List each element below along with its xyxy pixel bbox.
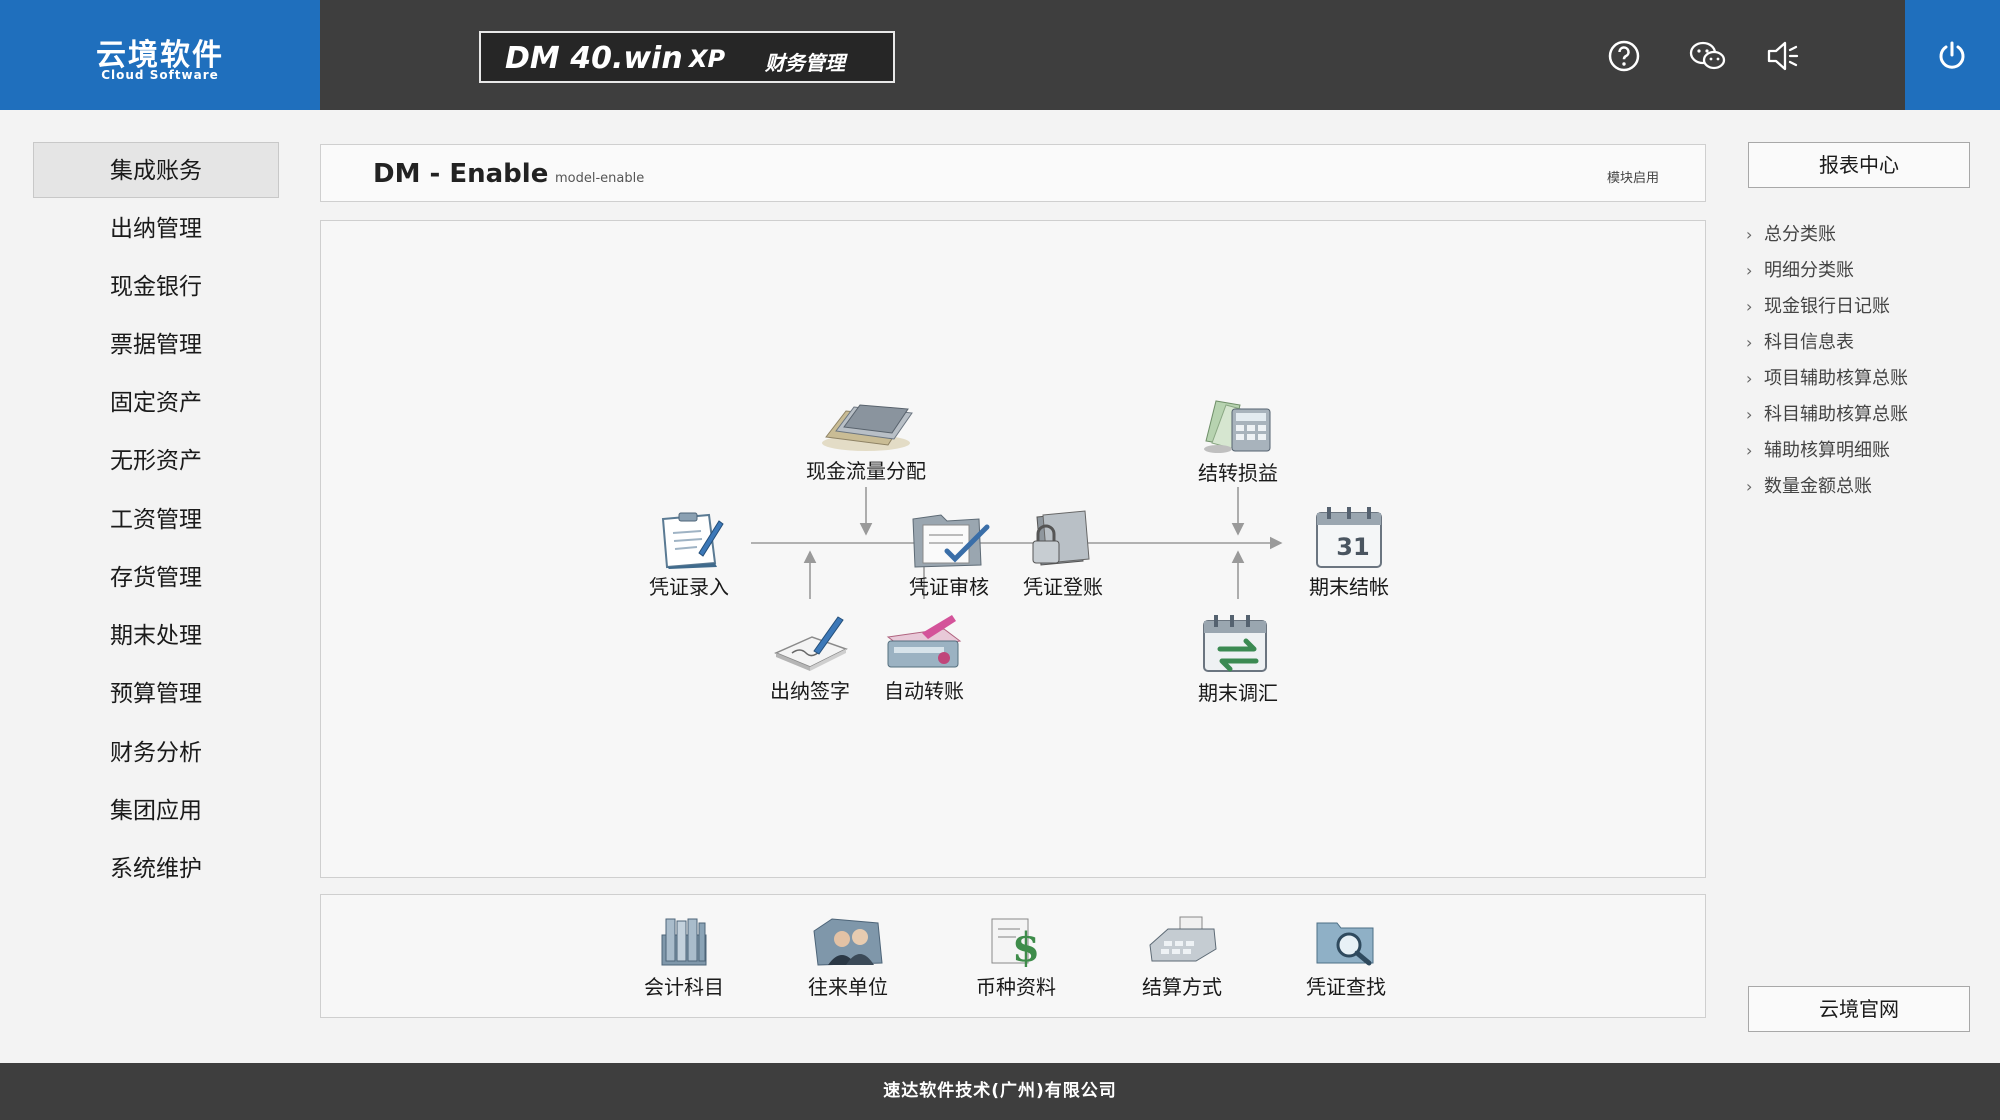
cash-register-icon [1149, 916, 1217, 962]
report-link-general-ledger[interactable]: › 总分类账 [1746, 220, 1836, 246]
check-printer-icon [886, 615, 962, 668]
volume-icon[interactable] [1765, 38, 1801, 74]
report-link-detail-ledger[interactable]: › 明细分类账 [1746, 256, 1854, 282]
wechat-icon[interactable] [1688, 38, 1728, 74]
sidebar-item-cashier[interactable]: 出纳管理 [33, 201, 279, 257]
node-period-adjust[interactable]: 期末调汇 [1168, 611, 1308, 706]
chevron-right-icon: › [1746, 297, 1753, 316]
node-label: 凭证登账 [1023, 575, 1103, 599]
sidebar-item-intangible-assets[interactable]: 无形资产 [33, 433, 279, 489]
help-icon[interactable] [1606, 38, 1642, 74]
report-link-label: 辅助核算明细账 [1764, 440, 1890, 461]
chevron-right-icon: › [1746, 225, 1753, 244]
wallet-cash-icon [822, 404, 913, 451]
report-link-cash-bank-journal[interactable]: › 现金银行日记账 [1746, 292, 1890, 318]
product-name: DM 40.win [505, 41, 683, 76]
top-bar: 云境软件 Cloud Software DM 40.win XP 财务管理 [0, 0, 2000, 110]
locked-ledger-icon [1032, 510, 1090, 566]
bottom-item-label: 会计科目 [644, 975, 724, 999]
currency-info-button[interactable]: $ 币种资料 [951, 915, 1081, 1000]
sidebar-item-budget[interactable]: 预算管理 [33, 666, 279, 722]
power-icon [1939, 41, 1965, 69]
sidebar-item-period-end[interactable]: 期末处理 [33, 608, 279, 664]
module-title-bar: DM - Enable model-enable 模块启用 [320, 144, 1706, 202]
module-title: DM - Enable [373, 159, 549, 189]
node-voucher-entry[interactable]: 凭证录入 [619, 507, 759, 600]
report-link-label: 明细分类账 [1764, 260, 1854, 281]
logo-text-en: Cloud Software [101, 68, 219, 82]
people-group-icon [813, 918, 883, 966]
svg-text:$: $ [1012, 924, 1040, 967]
product-edition: XP [689, 45, 726, 73]
report-link-label: 总分类账 [1764, 224, 1836, 245]
contact-units-button[interactable]: 往来单位 [783, 915, 913, 1000]
accounting-subjects-button[interactable]: 会计科目 [619, 915, 749, 1000]
report-center-button[interactable]: 报表中心 [1748, 142, 1970, 188]
report-link-label: 科目辅助核算总账 [1764, 404, 1908, 425]
sidebar-item-system-maintenance[interactable]: 系统维护 [33, 841, 279, 897]
binders-icon [661, 918, 707, 966]
report-link-project-aux-ledger[interactable]: › 项目辅助核算总账 [1746, 364, 1908, 390]
report-link-label: 现金银行日记账 [1764, 296, 1890, 317]
chevron-right-icon: › [1746, 441, 1753, 460]
bottom-item-label: 结算方式 [1142, 975, 1222, 999]
chevron-right-icon: › [1746, 405, 1753, 424]
node-auto-transfer[interactable]: 自动转账 [854, 611, 994, 704]
report-link-aux-detail[interactable]: › 辅助核算明细账 [1746, 436, 1890, 462]
product-title-box: DM 40.win XP 财务管理 [479, 31, 895, 83]
node-label: 凭证录入 [649, 575, 729, 599]
node-cash-flow[interactable]: 现金流量分配 [796, 397, 936, 484]
calculator-money-icon [1204, 400, 1271, 453]
node-label: 期末调汇 [1198, 681, 1278, 705]
calendar-31-icon: 31 [1316, 507, 1382, 568]
dollar-document-icon: $ [991, 918, 1040, 967]
sidebar-item-financial-analysis[interactable]: 财务分析 [33, 725, 279, 781]
workflow-panel: 凭证录入 现金流量分配 出纳签字 自动转账 凭证审核 凭证登账 结转损益 期末调… [320, 220, 1706, 878]
node-label: 结转损益 [1198, 461, 1278, 485]
product-module: 财务管理 [765, 51, 845, 75]
sidebar-item-cash-bank[interactable]: 现金银行 [33, 259, 279, 315]
svg-text:31: 31 [1336, 533, 1369, 561]
chevron-right-icon: › [1746, 261, 1753, 280]
calendar-exchange-icon [1203, 615, 1267, 672]
report-link-label: 项目辅助核算总账 [1764, 368, 1908, 389]
power-button[interactable] [1905, 0, 2000, 110]
node-period-close[interactable]: 31 期末结帐 [1279, 503, 1419, 600]
report-link-subject-info[interactable]: › 科目信息表 [1746, 328, 1854, 354]
node-label: 现金流量分配 [806, 459, 926, 483]
module-enable-link[interactable]: 模块启用 [1607, 167, 1659, 186]
clipboard-pen-icon [661, 512, 724, 569]
module-subtitle: model-enable [555, 171, 645, 186]
node-label: 自动转账 [884, 679, 964, 703]
bottom-item-label: 往来单位 [808, 975, 888, 999]
node-carry-profit[interactable]: 结转损益 [1168, 391, 1308, 486]
report-link-subject-aux-ledger[interactable]: › 科目辅助核算总账 [1746, 400, 1908, 426]
basic-data-panel: 会计科目 往来单位 $ 币种资料 结算方式 凭证查找 [320, 894, 1706, 1018]
footer-company: 速达软件技术(广州)有限公司 [0, 1063, 2000, 1120]
node-label: 期末结帐 [1309, 575, 1389, 599]
folder-magnifier-icon [1316, 922, 1374, 966]
sidebar-item-bills[interactable]: 票据管理 [33, 317, 279, 373]
voucher-search-button[interactable]: 凭证查找 [1281, 915, 1411, 1000]
node-voucher-post[interactable]: 凭证登账 [993, 507, 1133, 600]
sidebar-item-group-apps[interactable]: 集团应用 [33, 783, 279, 839]
chevron-right-icon: › [1746, 477, 1753, 496]
report-link-label: 数量金额总账 [1764, 476, 1872, 497]
signature-pad-icon [774, 616, 848, 671]
sidebar-item-payroll[interactable]: 工资管理 [33, 492, 279, 548]
report-link-label: 科目信息表 [1764, 332, 1854, 353]
chevron-right-icon: › [1746, 333, 1753, 352]
chevron-right-icon: › [1746, 369, 1753, 388]
sidebar-item-integrated-accounts[interactable]: 集成账务 [33, 142, 279, 198]
bottom-item-label: 币种资料 [976, 975, 1056, 999]
official-website-button[interactable]: 云境官网 [1748, 986, 1970, 1032]
brand-logo: 云境软件 Cloud Software [0, 0, 320, 110]
bottom-item-label: 凭证查找 [1306, 975, 1386, 999]
settlement-method-button[interactable]: 结算方式 [1117, 915, 1247, 1000]
audit-folder-icon [912, 514, 990, 568]
sidebar-item-fixed-assets[interactable]: 固定资产 [33, 375, 279, 431]
sidebar-item-inventory[interactable]: 存货管理 [33, 550, 279, 606]
report-link-quantity-amount[interactable]: › 数量金额总账 [1746, 472, 1872, 498]
